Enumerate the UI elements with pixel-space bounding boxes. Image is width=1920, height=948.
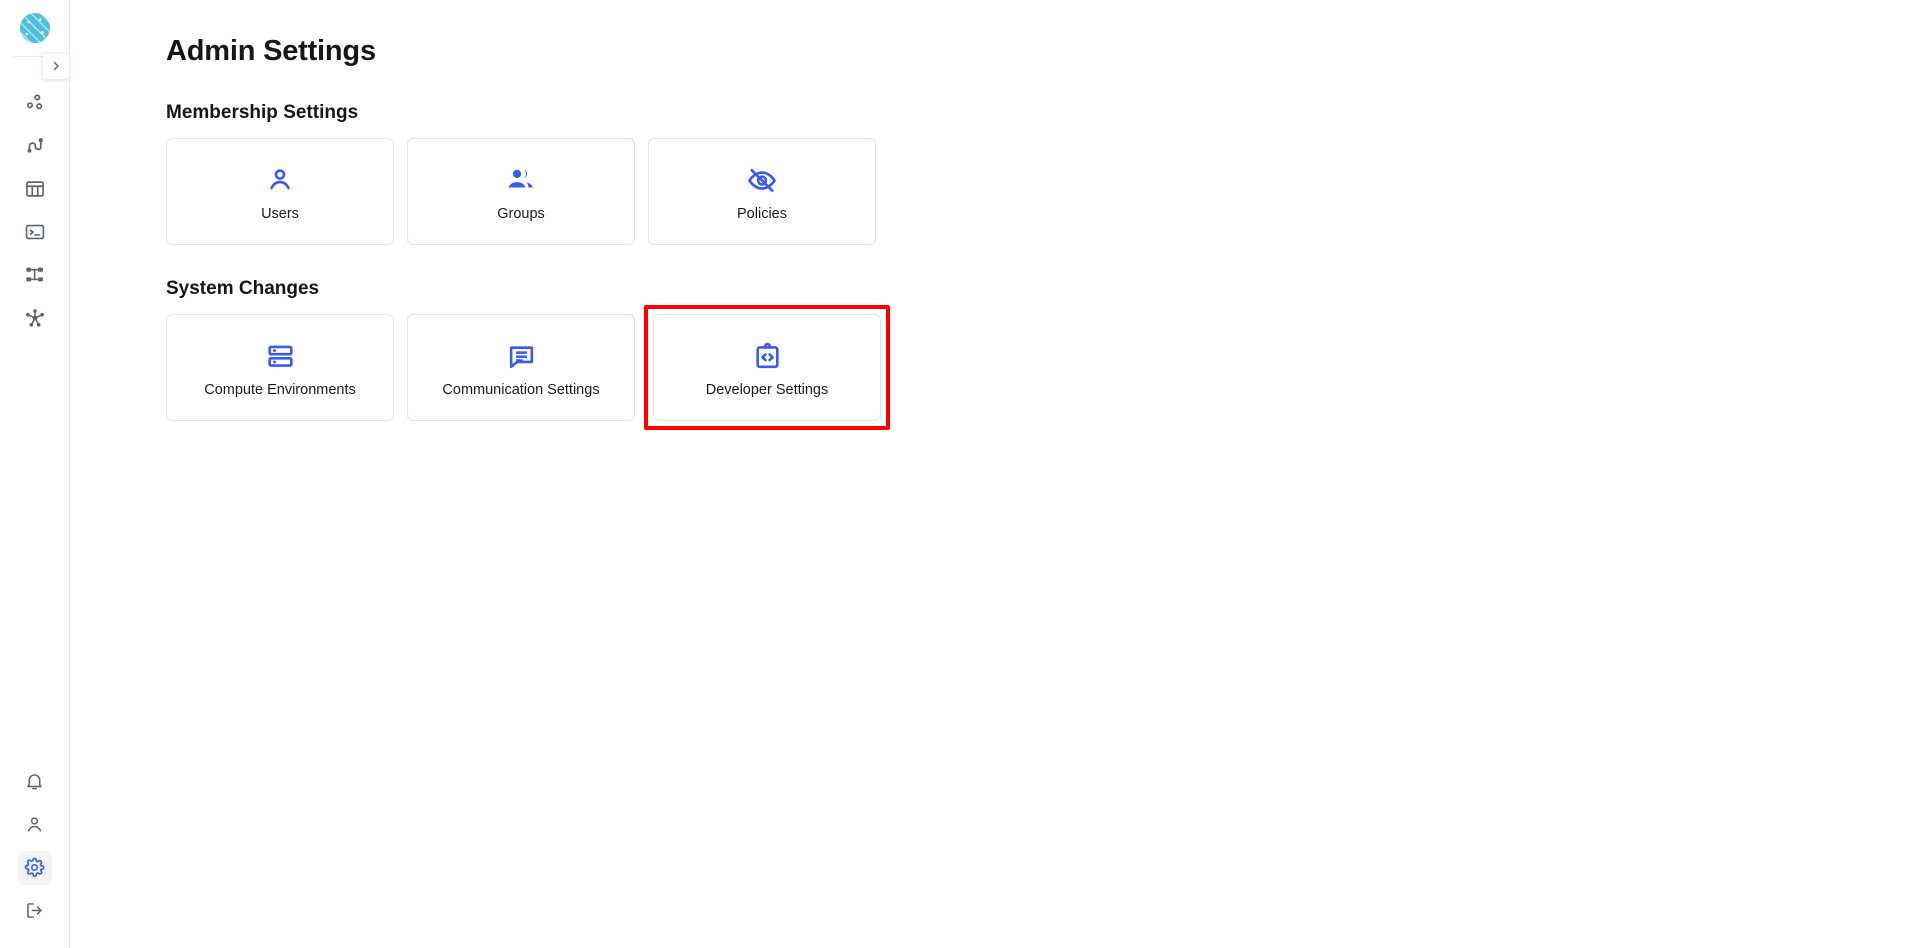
gear-icon (24, 857, 45, 877)
icon-box (18, 86, 52, 120)
card-label: Policies (737, 206, 787, 223)
chat-message-icon (509, 346, 533, 368)
membership-card-row: Users Groups Policies (166, 137, 1920, 245)
sidebar-item-network[interactable] (0, 296, 69, 339)
network-hub-icon (25, 308, 44, 327)
card-label: Developer Settings (705, 382, 829, 399)
card-icon-container (265, 336, 296, 376)
people-group-icon (508, 170, 533, 188)
card-icon-container (752, 336, 783, 376)
card-icon-container (746, 160, 778, 200)
sidebar-item-logout[interactable] (0, 889, 69, 932)
icon-box (18, 808, 52, 842)
sidebar-item-tables[interactable] (0, 167, 69, 210)
circuit-globe-logo[interactable] (19, 13, 50, 43)
card-icon-container (506, 336, 537, 376)
main-content: Admin Settings Membership Settings Users (70, 0, 1920, 948)
card-policies[interactable]: Policies (648, 137, 876, 245)
app-root: Admin Settings Membership Settings Users (0, 0, 1920, 948)
sidebar-item-workflows[interactable] (0, 253, 69, 296)
highlight-annotation: Developer Settings (644, 304, 890, 430)
chevron-right-icon (53, 61, 59, 71)
sidebar-item-pipelines[interactable] (0, 124, 69, 167)
sidebar-item-settings[interactable] (0, 846, 69, 889)
icon-box (18, 172, 52, 206)
section-title-system-changes: System Changes (166, 277, 320, 299)
sitemap-icon (25, 267, 43, 281)
card-compute-environments[interactable]: Compute Environments (166, 313, 394, 421)
logout-icon (27, 903, 42, 918)
card-label: Communication Settings (442, 382, 600, 399)
card-developer-settings[interactable]: Developer Settings (653, 313, 881, 421)
icon-box (18, 301, 52, 335)
sidebar-nav-secondary (0, 760, 69, 948)
card-icon-container (265, 160, 295, 200)
person-icon (27, 817, 42, 832)
section-title-membership: Membership Settings (166, 101, 359, 123)
logo-container[interactable] (0, 0, 69, 56)
sidebar-item-account[interactable] (0, 803, 69, 846)
sidebar-item-terminal[interactable] (0, 210, 69, 253)
sidebar-item-datasets[interactable] (0, 81, 69, 124)
card-label: Compute Environments (204, 382, 356, 399)
card-users[interactable]: Users (166, 137, 394, 245)
data-points-icon (26, 93, 42, 109)
icon-box (17, 850, 52, 885)
card-groups[interactable]: Groups (407, 137, 635, 245)
person-icon (270, 169, 290, 190)
terminal-icon (25, 224, 44, 239)
sidebar-nav-primary (0, 81, 69, 339)
bell-icon (27, 774, 42, 790)
server-rack-icon (267, 345, 293, 367)
icon-box (18, 215, 52, 249)
card-communication-settings[interactable]: Communication Settings (407, 313, 635, 421)
pipeline-icon (27, 137, 43, 153)
sidebar-expand-button[interactable] (42, 52, 70, 80)
card-label: Users (261, 206, 299, 223)
icon-box (18, 894, 52, 928)
card-label: Groups (497, 206, 545, 223)
page-title: Admin Settings (166, 35, 376, 67)
code-clipboard-icon (755, 342, 779, 368)
eye-off-icon (748, 169, 776, 193)
card-icon-container (505, 160, 537, 200)
icon-box (18, 258, 52, 292)
table-icon (25, 180, 44, 197)
icon-box (18, 765, 52, 799)
sidebar (0, 0, 70, 948)
system-changes-card-row: Compute Environments Communication Setti… (166, 304, 1920, 430)
icon-box (18, 129, 52, 163)
sidebar-item-notifications[interactable] (0, 760, 69, 803)
